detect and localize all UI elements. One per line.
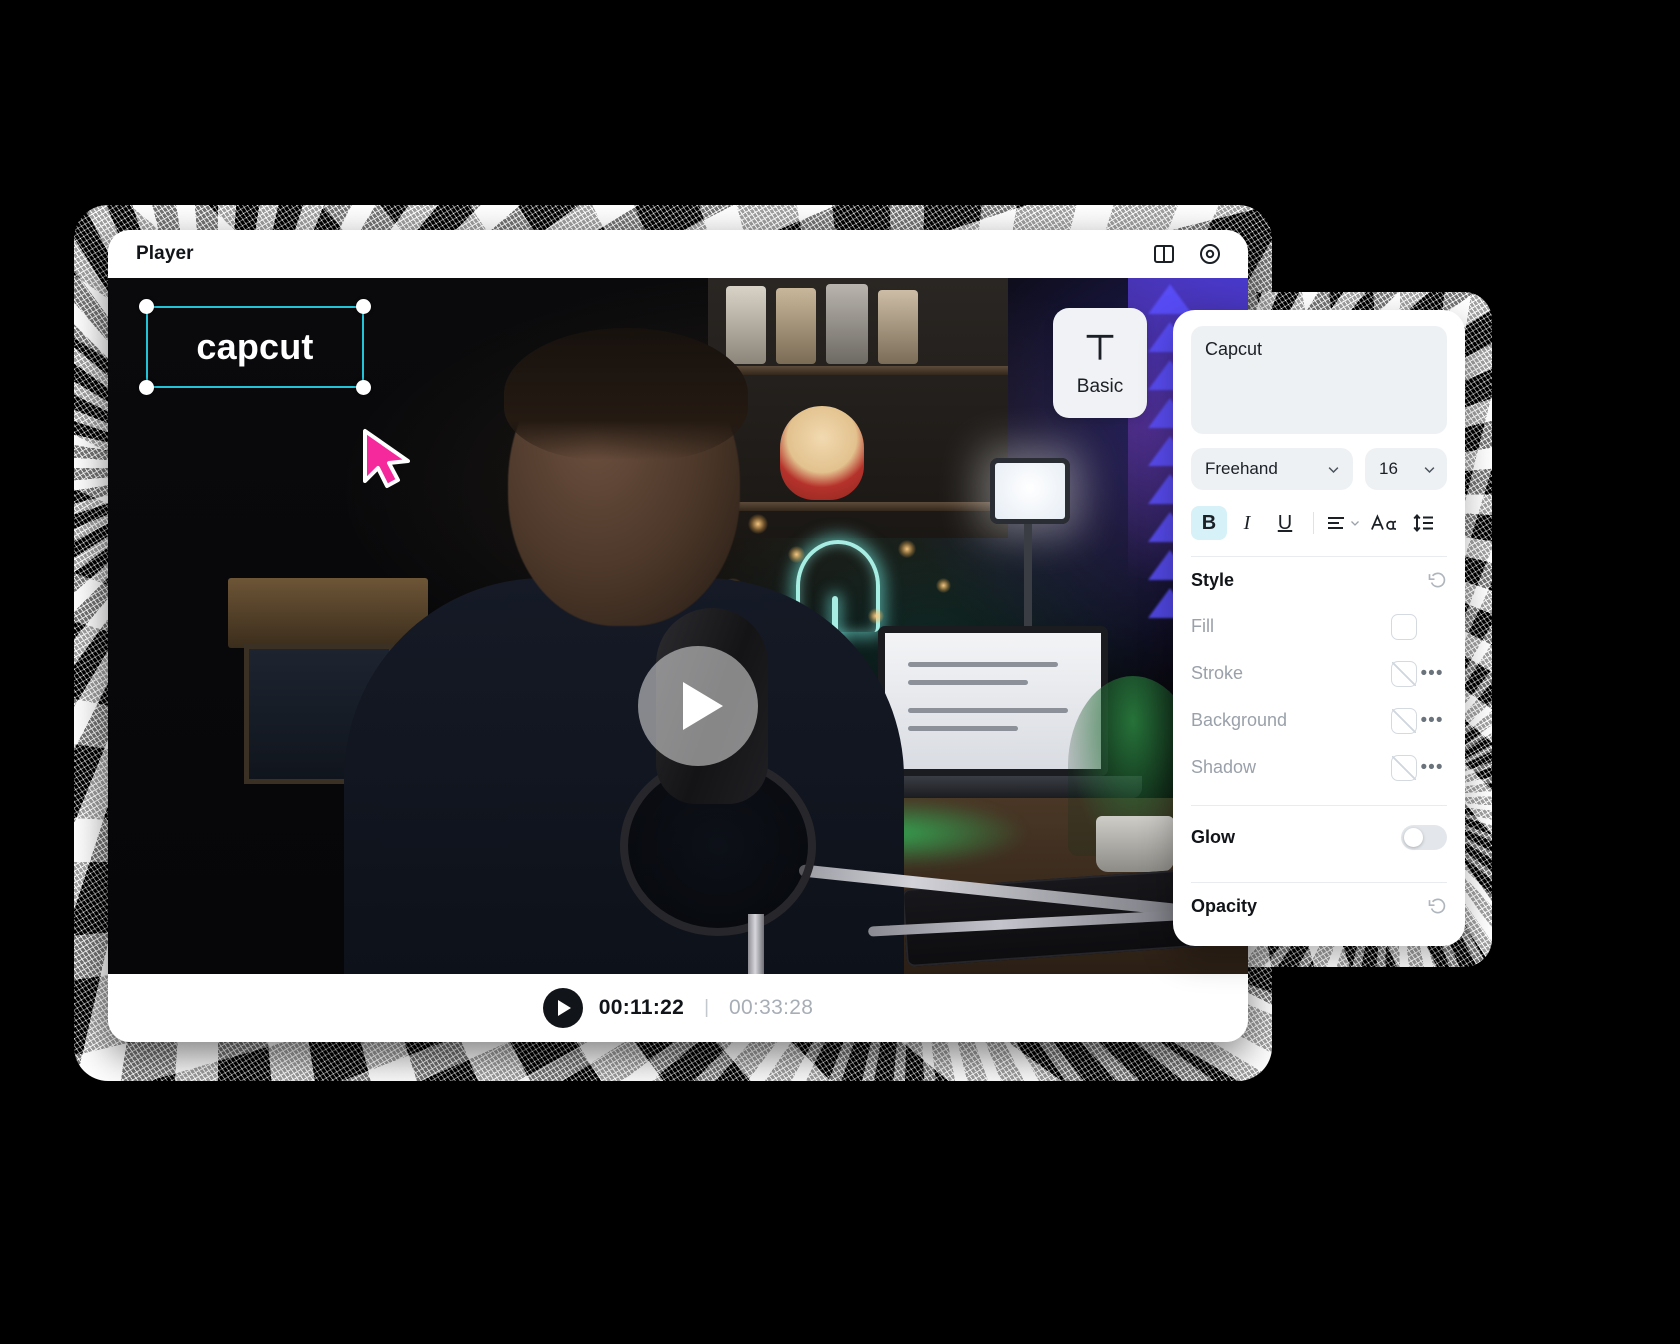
- align-left-icon: [1324, 511, 1348, 535]
- opacity-section-header: Opacity: [1191, 883, 1447, 929]
- laptop-text-line: [908, 662, 1058, 667]
- font-family-value: Freehand: [1205, 459, 1278, 479]
- line-spacing-button[interactable]: [1405, 506, 1443, 540]
- play-button[interactable]: [543, 988, 583, 1028]
- plush-figure: [780, 406, 864, 500]
- style-row-shadow: Shadow •••: [1191, 744, 1447, 791]
- studio-light-stand: [1024, 524, 1032, 634]
- subject-torso: [344, 578, 904, 974]
- shadow-color-swatch[interactable]: [1391, 755, 1417, 781]
- laptop-text-line: [908, 680, 1028, 685]
- text-T-icon: [1080, 328, 1120, 368]
- laptop-text-line: [908, 708, 1068, 713]
- bold-button[interactable]: B: [1191, 506, 1227, 540]
- background-more-button[interactable]: •••: [1417, 710, 1447, 732]
- chevron-down-icon: [1326, 462, 1341, 477]
- stroke-more-button[interactable]: •••: [1417, 663, 1447, 685]
- font-family-select[interactable]: Freehand: [1191, 448, 1353, 490]
- text-properties-panel: Capcut Freehand 16 B I: [1173, 310, 1465, 946]
- style-section-header: Style: [1191, 557, 1447, 603]
- shadow-label: Shadow: [1191, 757, 1391, 778]
- total-time-label: 00:33:28: [729, 996, 813, 1020]
- style-row-background: Background •••: [1191, 697, 1447, 744]
- fill-color-swatch[interactable]: [1391, 614, 1417, 640]
- fairy-light: [868, 608, 884, 624]
- settings-icon[interactable]: [1198, 242, 1222, 266]
- resize-handle-top-right[interactable]: [356, 299, 371, 314]
- underline-button[interactable]: U: [1267, 506, 1303, 540]
- opacity-label: Opacity: [1191, 896, 1257, 917]
- mic-stand-rod: [748, 914, 764, 974]
- background-cabinet: [228, 578, 428, 648]
- resize-handle-bottom-left[interactable]: [139, 380, 154, 395]
- style-section-title: Style: [1191, 570, 1234, 591]
- plant-pot: [1096, 816, 1174, 872]
- text-content-input[interactable]: Capcut: [1191, 326, 1447, 434]
- mouse-cursor-icon: [360, 428, 416, 490]
- stroke-label: Stroke: [1191, 663, 1391, 684]
- screenshot-stage: Player: [0, 0, 1680, 1344]
- shelf-board: [708, 366, 1008, 375]
- basic-tool-label: Basic: [1077, 376, 1123, 398]
- chevron-down-icon: [1422, 462, 1437, 477]
- shelf-board: [708, 502, 1008, 511]
- text-selection-box[interactable]: capcut: [146, 306, 364, 388]
- style-row-stroke: Stroke •••: [1191, 650, 1447, 697]
- fairy-light: [936, 578, 951, 593]
- line-spacing-icon: [1412, 511, 1436, 535]
- play-icon: [558, 1000, 571, 1016]
- glow-toggle[interactable]: [1401, 825, 1447, 850]
- style-row-fill: Fill •••: [1191, 603, 1447, 650]
- fairy-light: [748, 514, 768, 534]
- player-transport-bar: 00:11:22 | 00:33:28: [108, 974, 1248, 1042]
- studio-light-panel: [990, 458, 1070, 524]
- letter-case-button[interactable]: [1363, 506, 1403, 540]
- font-controls-row: Freehand 16: [1191, 448, 1447, 490]
- canvas-text-layer[interactable]: capcut: [148, 308, 362, 386]
- split-view-icon[interactable]: [1152, 242, 1176, 266]
- toolbar-divider: [1313, 512, 1314, 534]
- fairy-light: [788, 546, 805, 563]
- collectible-box: [726, 286, 766, 364]
- led-spike: [1148, 284, 1192, 314]
- basic-text-tool-card[interactable]: Basic: [1053, 308, 1147, 418]
- reset-icon[interactable]: [1427, 896, 1447, 916]
- subject-hair: [504, 328, 748, 460]
- stroke-color-swatch[interactable]: [1391, 661, 1417, 687]
- fill-label: Fill: [1191, 616, 1391, 637]
- collectible-box: [878, 290, 918, 364]
- chevron-down-icon: [1349, 517, 1361, 529]
- time-separator: |: [704, 997, 709, 1019]
- page-title: Player: [136, 243, 194, 265]
- resize-handle-top-left[interactable]: [139, 299, 154, 314]
- shadow-more-button[interactable]: •••: [1417, 757, 1447, 779]
- collectible-box: [776, 288, 816, 364]
- font-size-select[interactable]: 16: [1365, 448, 1447, 490]
- current-time-label: 00:11:22: [599, 996, 684, 1020]
- glow-row: Glow: [1191, 806, 1447, 868]
- laptop-text-line: [908, 726, 1018, 731]
- glow-label: Glow: [1191, 827, 1401, 848]
- player-titlebar: Player: [108, 230, 1248, 278]
- glow-toggle-knob: [1404, 828, 1423, 847]
- center-play-overlay[interactable]: [638, 646, 758, 766]
- text-align-button[interactable]: [1324, 511, 1361, 535]
- text-format-toolbar: B I U: [1191, 504, 1447, 542]
- fairy-light: [898, 540, 916, 558]
- background-label: Background: [1191, 710, 1391, 731]
- background-color-swatch[interactable]: [1391, 708, 1417, 734]
- letter-case-icon: [1370, 511, 1396, 535]
- resize-handle-bottom-right[interactable]: [356, 380, 371, 395]
- font-size-value: 16: [1379, 459, 1398, 479]
- collectible-box: [826, 284, 868, 364]
- reset-icon[interactable]: [1427, 570, 1447, 590]
- play-triangle-icon: [683, 682, 723, 730]
- titlebar-icon-group: [1152, 242, 1222, 266]
- italic-button[interactable]: I: [1229, 506, 1265, 540]
